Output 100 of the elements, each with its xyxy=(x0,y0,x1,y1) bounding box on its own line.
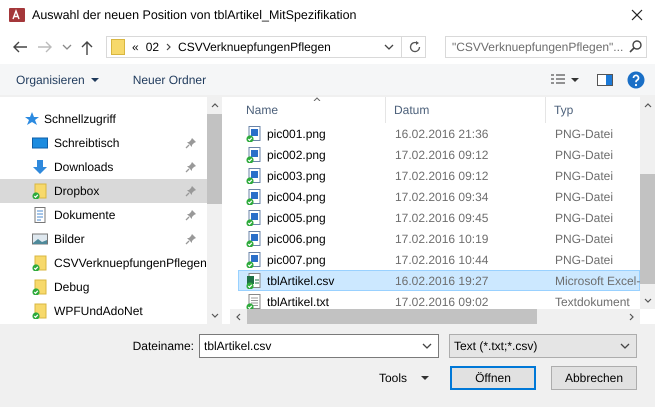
sidebar-item[interactable]: Debug xyxy=(0,275,207,299)
table-cell-text: PNG-Datei xyxy=(554,210,614,224)
scroll-up-icon xyxy=(210,103,218,108)
image-file-icon xyxy=(246,210,262,226)
monitor-icon xyxy=(32,135,48,151)
column-header[interactable]: Typ xyxy=(546,97,640,123)
scroll-thumb[interactable] xyxy=(640,174,655,284)
breadcrumb-overflow[interactable]: « xyxy=(132,40,139,54)
picture-icon xyxy=(32,231,48,247)
sidebar-item[interactable]: CSVVerknuepfungenPflegen xyxy=(0,251,207,275)
pin-icon xyxy=(185,209,197,221)
table-cell-text: 17.02.2016 09:12 xyxy=(394,168,490,182)
sidebar-item[interactable]: Downloads xyxy=(0,155,207,179)
menu-button[interactable]: Tools xyxy=(374,367,433,389)
scroll-down-icon xyxy=(644,298,652,303)
scroll-down-icon xyxy=(210,313,218,318)
scroll-up-icon xyxy=(644,103,652,108)
synced-folder-icon xyxy=(32,279,48,295)
table-cell-text: PNG-Datei xyxy=(554,126,614,140)
breadcrumb-item[interactable]: 02 xyxy=(146,40,160,54)
file-type-dropdown[interactable]: Text (*.txt;*.csv) xyxy=(449,334,637,358)
search-icon xyxy=(629,40,642,53)
back-arrow-icon[interactable] xyxy=(12,41,28,53)
pin-icon xyxy=(185,185,197,197)
spreadsheet-file-icon xyxy=(246,272,262,288)
down-arrow-icon xyxy=(32,159,48,175)
table-cell-text: 17.02.2016 09:12 xyxy=(394,148,490,162)
filename-field[interactable]: tblArtikel.csv xyxy=(199,334,439,358)
refresh-icon[interactable] xyxy=(409,41,421,53)
pin-icon xyxy=(185,233,197,245)
preview-pane-icon[interactable] xyxy=(597,74,613,86)
image-file-icon xyxy=(246,188,262,204)
close-icon[interactable] xyxy=(631,9,643,21)
file-row[interactable]: pic004.png 17.02.2016 09:34 PNG-Datei xyxy=(238,186,640,207)
recent-chevron-icon[interactable] xyxy=(62,44,72,50)
file-name: tblArtikel.txt xyxy=(267,294,330,308)
pin-icon xyxy=(185,137,197,149)
dropdown-chevron-icon[interactable] xyxy=(422,343,432,349)
window-title: Auswahl der neuen Position von tblArtikel_MitSpezifikation xyxy=(32,8,358,22)
table-cell-text: Textdokument xyxy=(554,294,631,308)
address-bar[interactable]: « 02 CSVVerknuepfungenPflegen xyxy=(106,36,426,58)
image-file-icon xyxy=(246,230,262,246)
toolbar-button[interactable]: Neuer Ordner xyxy=(128,70,210,90)
table-cell-text: 17.02.2016 09:02 xyxy=(394,294,490,308)
dialog-button[interactable]: Abbrechen xyxy=(551,366,637,390)
chevron-right-icon xyxy=(166,43,172,51)
table-cell-text: 17.02.2016 10:19 xyxy=(394,232,490,246)
image-file-icon xyxy=(246,126,262,142)
document-icon xyxy=(32,207,48,223)
file-row[interactable]: pic002.png 17.02.2016 09:12 PNG-Datei xyxy=(238,144,640,165)
text-file-icon xyxy=(246,294,262,310)
file-row[interactable]: pic007.png 17.02.2016 10:44 PNG-Datei xyxy=(238,249,640,270)
star-icon xyxy=(24,111,40,127)
file-name: pic003.png xyxy=(267,168,326,182)
help-icon[interactable] xyxy=(627,70,645,88)
pin-icon xyxy=(185,161,197,173)
table-cell-text: 17.02.2016 10:44 xyxy=(394,252,490,266)
file-row[interactable]: tblArtikel.txt 17.02.2016 09:02 Textdokument xyxy=(238,291,640,312)
folder-icon xyxy=(111,39,125,55)
menu-button[interactable]: Organisieren xyxy=(12,70,103,90)
column-header[interactable]: Name xyxy=(238,97,386,123)
scroll-thumb[interactable] xyxy=(247,309,537,324)
synced-folder-icon xyxy=(32,303,48,319)
dialog-button[interactable]: Öffnen xyxy=(450,366,536,390)
caret-icon[interactable] xyxy=(571,78,579,82)
file-name: pic005.png xyxy=(267,210,326,224)
image-file-icon xyxy=(246,168,262,184)
file-name: tblArtikel.csv xyxy=(267,274,334,288)
dropdown-chevron-icon[interactable] xyxy=(384,44,394,50)
file-name: pic002.png xyxy=(267,148,326,162)
file-row[interactable]: pic005.png 17.02.2016 09:45 PNG-Datei xyxy=(238,207,640,228)
table-cell-text: 17.02.2016 09:34 xyxy=(394,190,490,204)
up-arrow-icon[interactable] xyxy=(81,40,93,54)
sidebar-item[interactable]: Bilder xyxy=(0,227,207,251)
details-view-icon[interactable] xyxy=(551,74,565,86)
image-file-icon xyxy=(246,252,262,268)
search-field[interactable]: "CSVVerknuepfungenPflegen"... xyxy=(445,36,647,58)
file-row[interactable]: pic003.png 17.02.2016 09:12 PNG-Datei xyxy=(238,165,640,186)
scrollbar[interactable] xyxy=(640,97,655,309)
sort-ascending-icon xyxy=(313,97,321,101)
breadcrumb-item[interactable]: CSVVerknuepfungenPflegen xyxy=(178,40,331,54)
sidebar-item[interactable]: Schreibtisch xyxy=(0,131,207,155)
scroll-right-icon xyxy=(629,312,634,320)
sidebar-item[interactable]: Dropbox xyxy=(0,179,207,203)
table-cell-text: PNG-Datei xyxy=(554,232,614,246)
file-row[interactable]: pic006.png 17.02.2016 10:19 PNG-Datei xyxy=(238,228,640,249)
caret-icon xyxy=(421,376,429,380)
file-row[interactable]: pic001.png 16.02.2016 21:36 PNG-Datei xyxy=(238,123,640,144)
scroll-thumb[interactable] xyxy=(207,114,222,204)
table-cell-text: 16.02.2016 21:36 xyxy=(394,126,490,140)
file-name: pic006.png xyxy=(267,232,326,246)
file-row[interactable]: tblArtikel.csv 16.02.2016 19:27 Microsoft Excel- xyxy=(238,270,640,291)
scrollbar[interactable] xyxy=(207,97,222,324)
sidebar-item[interactable]: Schnellzugriff xyxy=(0,107,207,131)
scrollbar[interactable] xyxy=(230,309,640,324)
column-header[interactable]: Datum xyxy=(386,97,546,123)
file-name: pic007.png xyxy=(267,252,326,266)
sidebar-item[interactable]: Dokumente xyxy=(0,203,207,227)
sidebar-item[interactable]: WPFUndAdoNet xyxy=(0,299,207,323)
table-cell-text: 17.02.2016 09:45 xyxy=(394,210,490,224)
